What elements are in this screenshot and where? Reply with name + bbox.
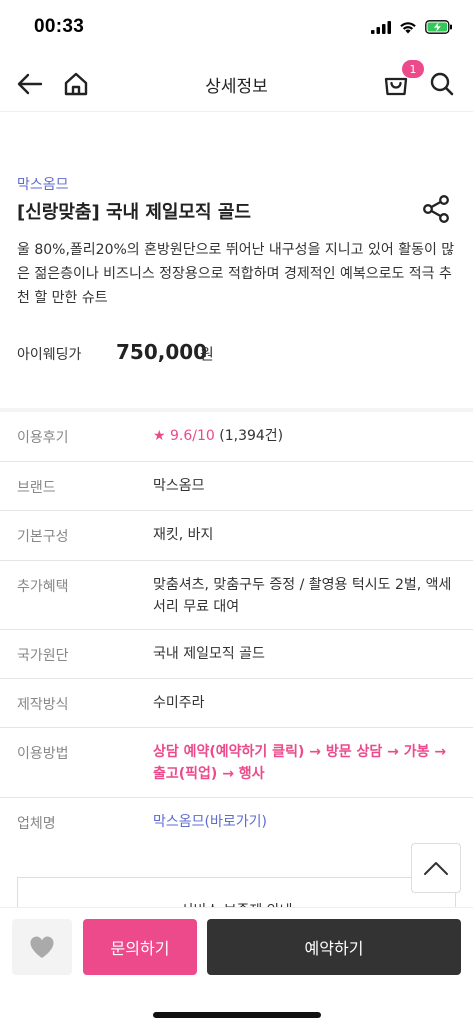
info-value: 맞춤셔츠, 맞춤구두 증정 / 촬영용 턱시도 2벌, 액세서리 무료 대여 — [153, 577, 452, 615]
price-unit: 원 — [200, 345, 214, 363]
info-row-origin: 국가원단 국내 제일모직 골드 — [0, 630, 473, 679]
cart-count-badge: 1 — [402, 60, 424, 78]
share-button[interactable] — [421, 194, 451, 224]
app-header: 상세정보 1 — [0, 56, 473, 112]
signal-icon — [371, 20, 391, 34]
info-label: 이용후기 — [17, 430, 69, 446]
home-indicator — [153, 1012, 321, 1018]
scroll-top-button[interactable] — [411, 843, 461, 893]
heart-icon — [30, 936, 54, 958]
info-label: 업체명 — [17, 816, 56, 832]
share-icon — [423, 195, 449, 223]
info-value: 수미주라 — [153, 695, 205, 711]
info-value: 상담 예약(예약하기 클릭) → 방문 상담 → 가봉 → 출고(픽업) → 행… — [153, 744, 447, 782]
info-label: 제작방식 — [17, 697, 69, 713]
chevron-up-icon — [424, 862, 448, 875]
brand-link[interactable]: 막스옴므 — [17, 174, 69, 194]
star-icon: ★ — [153, 428, 166, 444]
info-row-benefits: 추가혜택 맞춤셔츠, 맞춤구두 증정 / 촬영용 턱시도 2벌, 액세서리 무료… — [0, 561, 473, 630]
search-icon — [430, 72, 454, 96]
info-label: 국가원단 — [17, 648, 69, 664]
product-title: [신랑맞춤] 국내 제일모직 골드 — [17, 202, 251, 223]
info-label: 브랜드 — [17, 480, 56, 496]
status-time: 00:33 — [34, 16, 85, 37]
info-value: 막스옴므 — [153, 478, 205, 494]
price-value: 750,000 — [116, 340, 208, 364]
price-label: 아이웨딩가 — [17, 347, 82, 363]
info-row-usage: 이용방법 상담 예약(예약하기 클릭) → 방문 상담 → 가봉 → 출고(픽업… — [0, 728, 473, 798]
info-row-review[interactable]: 이용후기 ★ 9.6/10 (1,394건) — [0, 412, 473, 462]
search-button[interactable] — [424, 66, 460, 102]
review-count: (1,394건) — [219, 428, 284, 444]
info-value: 재킷, 바지 — [153, 527, 214, 543]
info-row-method: 제작방식 수미주라 — [0, 679, 473, 728]
battery-charging-icon — [425, 20, 452, 34]
vendor-link[interactable]: 막스옴므(바로가기) — [153, 811, 458, 833]
product-description: 울 80%,폴리20%의 혼방원단으로 뛰어난 내구성을 지니고 있어 활동이 … — [17, 242, 455, 306]
info-label: 추가혜택 — [17, 579, 69, 595]
status-bar: 00:33 — [0, 0, 473, 56]
review-rating: ★ 9.6/10 (1,394건) — [153, 425, 458, 447]
rating-score: 9.6/10 — [170, 428, 215, 444]
info-row-vendor: 업체명 막스옴므(바로가기) — [0, 798, 473, 848]
cart-button[interactable]: 1 — [378, 60, 424, 102]
info-label: 이용방법 — [17, 746, 69, 762]
reserve-button[interactable]: 예약하기 — [207, 919, 461, 975]
info-label: 기본구성 — [17, 529, 69, 545]
like-button[interactable] — [12, 919, 72, 975]
info-row-brand: 브랜드 막스옴므 — [0, 462, 473, 511]
bottom-action-bar: 문의하기 예약하기 — [0, 907, 473, 1024]
status-icons — [371, 20, 453, 34]
info-value: 국내 제일모직 골드 — [153, 646, 265, 662]
info-row-composition: 기본구성 재킷, 바지 — [0, 511, 473, 561]
inquiry-button[interactable]: 문의하기 — [83, 919, 197, 975]
wifi-icon — [400, 21, 416, 33]
